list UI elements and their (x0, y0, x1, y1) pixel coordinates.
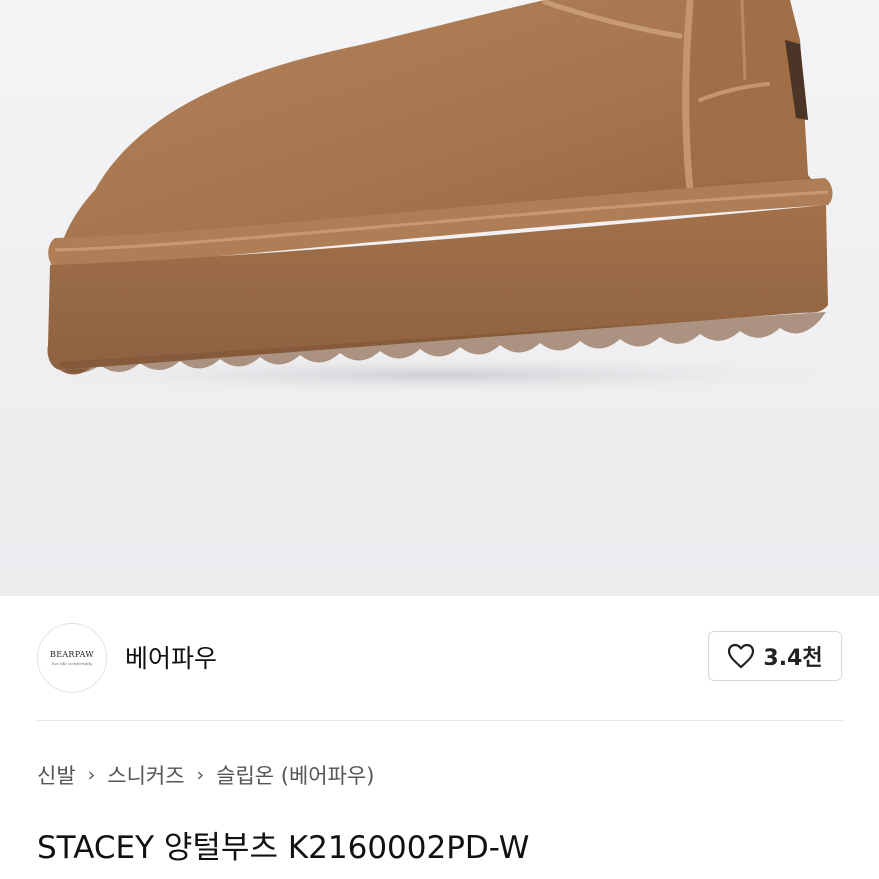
like-button[interactable]: 3.4천 (708, 631, 842, 681)
brand-logo-tagline: live life comfortably (51, 661, 93, 666)
breadcrumb: 신발 › 스니커즈 › 슬립온 (베어파우) (37, 760, 374, 790)
chevron-right-icon: › (196, 764, 205, 786)
boot-illustration (20, 0, 860, 395)
heart-outline-icon (728, 643, 755, 669)
chevron-right-icon: › (87, 764, 96, 786)
brand-logo-text: BEARPAW (50, 650, 94, 659)
brand-logo[interactable]: BEARPAW live life comfortably (37, 623, 107, 693)
product-image[interactable] (0, 0, 879, 596)
breadcrumb-item-sneakers[interactable]: 스니커즈 (107, 760, 184, 790)
product-title: STACEY 양털부츠 K2160002PD-W (37, 830, 530, 866)
divider (37, 720, 843, 721)
brand-row: BEARPAW live life comfortably 베어파우 3.4천 (0, 596, 879, 720)
breadcrumb-item-shoes[interactable]: 신발 (37, 760, 76, 790)
breadcrumb-item-slip-on[interactable]: 슬립온 (베어파우) (216, 760, 374, 790)
like-count: 3.4천 (763, 646, 823, 671)
brand-name[interactable]: 베어파우 (125, 639, 217, 675)
